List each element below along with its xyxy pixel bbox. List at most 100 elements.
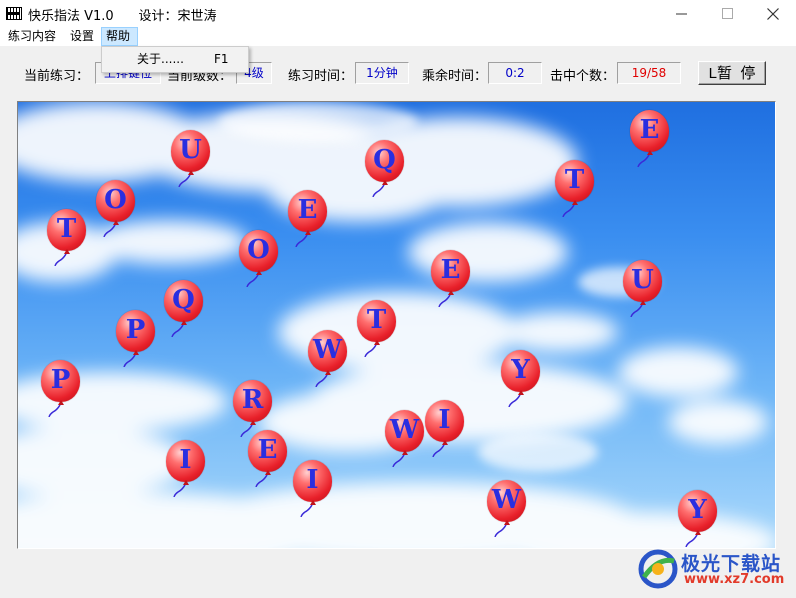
balloon-letter: U <box>179 135 202 165</box>
balloon-string <box>494 525 507 537</box>
balloon-letter: R <box>241 385 264 415</box>
balloon-letter: O <box>247 235 270 265</box>
balloon[interactable]: Y <box>501 350 541 408</box>
balloon-string <box>255 475 268 487</box>
balloon-string <box>364 345 377 357</box>
balloon-letter: E <box>297 195 318 225</box>
balloon-letter: P <box>50 365 71 395</box>
app-window: 快乐指法 V1.0 设计：宋世涛 练习内容 设置 帮助 关于...... F1 … <box>0 0 796 598</box>
balloon-string <box>432 445 445 457</box>
balloon-letter: Y <box>688 495 707 525</box>
current-practice-label: 当前练习： <box>24 69 90 84</box>
balloon-letter: T <box>56 214 77 244</box>
balloon-string <box>315 375 328 387</box>
balloon-string <box>178 175 191 187</box>
balloon-letter: W <box>312 335 343 365</box>
balloon-string <box>562 205 575 217</box>
pause-button[interactable]: L暂 停 <box>698 61 766 85</box>
practice-time-field: 1分钟 <box>355 62 409 84</box>
about-shortcut: F1 <box>214 52 229 66</box>
menu-help[interactable]: 帮助 <box>101 27 138 46</box>
balloon[interactable]: W <box>487 480 527 538</box>
about-label: 关于...... <box>137 52 184 66</box>
balloon-letter: Y <box>511 355 530 385</box>
balloon[interactable]: U <box>623 260 663 318</box>
balloon-letter: I <box>179 445 192 475</box>
balloon-string <box>438 295 451 307</box>
balloon-letter: I <box>438 405 451 435</box>
keyboard-icon <box>6 7 22 20</box>
balloon-string <box>173 485 186 497</box>
balloon-letter: Q <box>172 285 195 315</box>
maximize-button[interactable] <box>704 0 750 27</box>
balloon-letter: U <box>631 265 654 295</box>
balloon-string <box>246 275 259 287</box>
balloon-string <box>123 355 136 367</box>
balloon[interactable]: T <box>357 300 397 358</box>
minimize-button[interactable] <box>658 0 704 27</box>
maximize-icon <box>721 8 733 19</box>
balloon[interactable]: Q <box>164 280 204 338</box>
balloon-letter: E <box>639 115 660 145</box>
balloon[interactable]: P <box>41 360 81 418</box>
watermark: 极光下载站 www.xz7.com <box>638 545 788 595</box>
balloon[interactable]: T <box>47 209 87 267</box>
balloon-letter: E <box>257 435 278 465</box>
balloon-string <box>392 455 405 467</box>
app-title: 快乐指法 V1.0 <box>28 9 114 24</box>
close-button[interactable] <box>750 0 796 27</box>
watermark-logo-icon <box>638 549 678 589</box>
balloon-string <box>171 325 184 337</box>
balloon[interactable]: I <box>293 460 333 518</box>
close-icon <box>767 7 779 20</box>
balloon-letter: W <box>491 485 522 515</box>
watermark-url: www.xz7.com <box>684 572 785 587</box>
menu-settings[interactable]: 设置 <box>66 27 98 46</box>
designer-label: 设计：宋世涛 <box>138 9 217 24</box>
menu-bar: 练习内容 设置 帮助 <box>0 27 796 46</box>
about-menu-item[interactable]: 关于...... F1 <box>104 49 246 70</box>
balloon-string <box>300 505 313 517</box>
balloon-string <box>508 395 521 407</box>
remaining-time-label: 乘余时间： <box>422 69 488 84</box>
balloon[interactable]: E <box>630 110 670 168</box>
balloon[interactable]: Y <box>678 490 718 548</box>
game-area[interactable]: UQEOTETOEUQPTWYPRWIEIIWY <box>17 101 776 549</box>
window-title: 快乐指法 V1.0 设计：宋世涛 <box>28 5 217 24</box>
balloon-string <box>48 405 61 417</box>
balloon[interactable]: Q <box>365 140 405 198</box>
balloon-letter: E <box>440 255 461 285</box>
balloon-string <box>372 185 385 197</box>
balloon-string <box>295 235 308 247</box>
hit-count-label: 击中个数： <box>550 69 616 84</box>
balloon[interactable]: E <box>248 430 288 488</box>
balloon[interactable]: I <box>425 400 465 458</box>
balloon-string <box>103 225 116 237</box>
practice-time-label: 练习时间： <box>288 69 354 84</box>
balloon[interactable]: W <box>385 410 425 468</box>
balloon-letter: P <box>125 315 146 345</box>
balloon[interactable]: E <box>288 190 328 248</box>
balloon-letter: T <box>366 305 387 335</box>
balloon[interactable]: O <box>239 230 279 288</box>
menu-practice-content[interactable]: 练习内容 <box>4 27 60 46</box>
balloon-string <box>637 155 650 167</box>
hit-count-field: 19/58 <box>617 62 681 84</box>
remaining-time-field: 0:2 <box>488 62 542 84</box>
balloon-letter: T <box>564 165 585 195</box>
balloon[interactable]: I <box>166 440 206 498</box>
balloon[interactable]: T <box>555 160 595 218</box>
balloon[interactable]: O <box>96 180 136 238</box>
balloon[interactable]: W <box>308 330 348 388</box>
balloon[interactable]: E <box>431 250 471 308</box>
title-bar[interactable]: 快乐指法 V1.0 设计：宋世涛 <box>0 0 796 27</box>
balloon-string <box>630 305 643 317</box>
help-dropdown: 关于...... F1 <box>101 46 249 73</box>
balloon-string <box>54 254 67 266</box>
balloon-letter: Q <box>373 145 396 175</box>
minimize-icon <box>675 13 687 15</box>
balloon-letter: O <box>104 185 127 215</box>
balloon[interactable]: U <box>171 130 211 188</box>
balloon[interactable]: P <box>116 310 156 368</box>
balloon-letter: I <box>306 465 319 495</box>
